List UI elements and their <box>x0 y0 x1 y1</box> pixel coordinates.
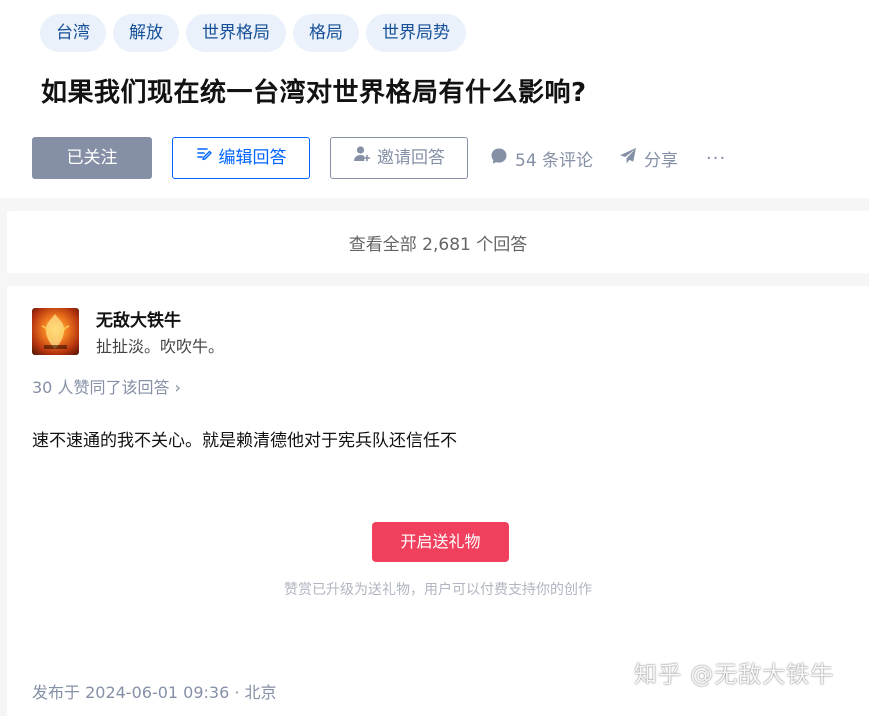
topic-tag[interactable]: 世界格局 <box>186 14 286 52</box>
more-dots-icon[interactable]: ··· <box>706 148 726 169</box>
comments-count: 54 条评论 <box>515 150 594 171</box>
comments-button[interactable]: 54 条评论 <box>490 146 593 171</box>
topic-tag[interactable]: 世界局势 <box>366 14 466 52</box>
gift-note: 赞赏已升级为送礼物，用户可以付费支持你的创作 <box>284 582 592 598</box>
question-actions: 已关注 编辑回答 邀请回答 54 条评论 分享 ··· <box>32 137 726 179</box>
comment-bubble-icon <box>490 147 508 170</box>
answer-card: 无敌大铁牛 扯扯淡。吹吹牛。 30 人赞同了该回答 › 速不速通的我不关心。就是… <box>7 286 869 716</box>
edit-icon <box>196 138 213 178</box>
voters-link[interactable]: 30 人赞同了该回答 › <box>32 374 181 398</box>
view-all-answers-button[interactable]: 查看全部 2,681 个回答 <box>7 211 869 273</box>
edit-answer-button[interactable]: 编辑回答 <box>172 137 310 179</box>
question-header: 台湾 解放 世界格局 格局 世界局势 如果我们现在统一台湾对世界格局有什么影响?… <box>0 0 869 198</box>
topic-tags: 台湾 解放 世界格局 格局 世界局势 <box>40 14 466 52</box>
invite-answer-label: 邀请回答 <box>377 148 445 168</box>
topic-tag[interactable]: 格局 <box>293 14 359 52</box>
invite-user-icon <box>353 138 371 178</box>
invite-answer-button[interactable]: 邀请回答 <box>330 137 468 179</box>
topic-tag[interactable]: 台湾 <box>40 14 106 52</box>
follow-button[interactable]: 已关注 <box>32 137 152 179</box>
author-name[interactable]: 无敌大铁牛 <box>96 306 181 331</box>
publish-info: 发布于 2024-06-01 09:36 · 北京 <box>32 683 277 702</box>
avatar[interactable] <box>32 308 79 355</box>
topic-tag[interactable]: 解放 <box>113 14 179 52</box>
share-label: 分享 <box>644 150 679 171</box>
share-button[interactable]: 分享 <box>619 146 678 171</box>
edit-answer-label: 编辑回答 <box>218 148 287 168</box>
enable-gift-button[interactable]: 开启送礼物 <box>372 522 509 562</box>
answer-content: 速不速通的我不关心。就是赖清德他对于宪兵队还信任不 <box>32 431 457 451</box>
question-title: 如果我们现在统一台湾对世界格局有什么影响? <box>41 78 587 108</box>
watermark: 知乎 @无敌大铁牛 <box>634 662 835 688</box>
paper-plane-icon <box>619 147 637 170</box>
author-bio: 扯扯淡。吹吹牛。 <box>96 337 225 356</box>
